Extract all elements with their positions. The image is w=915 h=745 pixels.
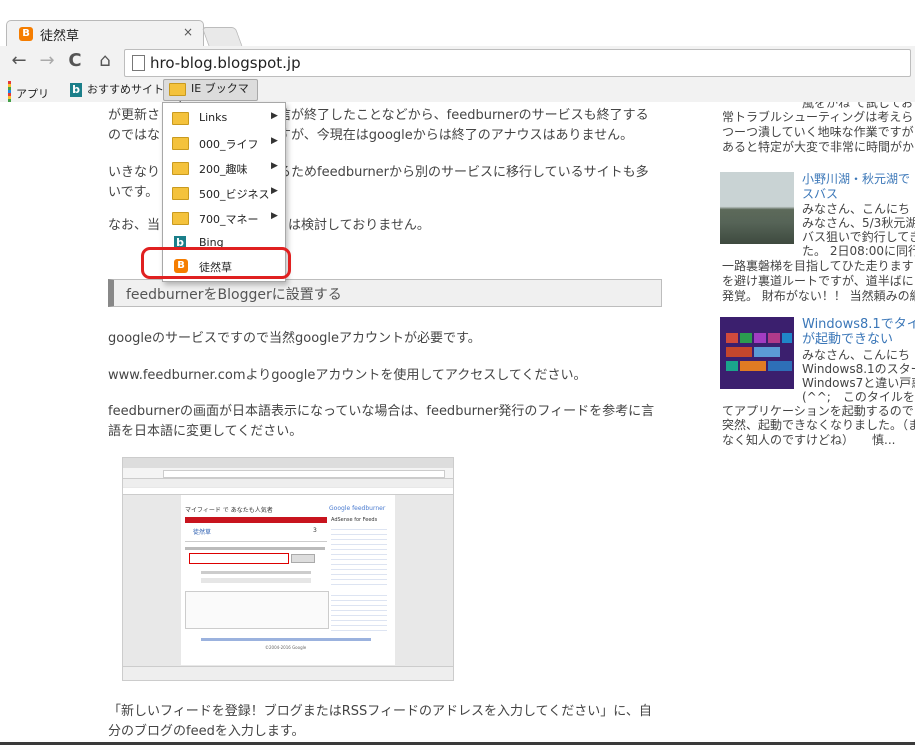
sidebar-top-line3: つーつ潰していく地味な作業ですが xyxy=(722,125,914,139)
menu-item-hobby[interactable]: 200_趣味 ▶ xyxy=(163,156,285,180)
post-thumbnail-windows[interactable] xyxy=(720,317,794,389)
post2-snippet-4: (^^; このタイルを xyxy=(802,390,915,404)
tab-title: 徒然草 xyxy=(40,29,80,44)
p7-line2: 分のブログのfeedを入力します。 xyxy=(108,724,305,739)
mini-heading: マイフィード で あなたも人気者 xyxy=(185,507,273,514)
page-content: が更新さ 信が終了したことなどから、feedburnerのサービスも終了する ので… xyxy=(0,102,915,745)
p3-end: は検討しておりません。 xyxy=(288,218,430,233)
bookmark-ie-folder[interactable]: IE ブックマーク xyxy=(163,79,258,113)
mini-page: マイフィード で あなたも人気者 Google feedburner 徒然草 3… xyxy=(181,495,395,665)
post1-snippet-4: た。 2日08:00に同行 xyxy=(802,244,915,258)
page-icon xyxy=(132,55,145,71)
menu-item-business[interactable]: 500_ビジネス ▶ xyxy=(163,181,285,205)
post1-snippet-5: 一路裏磐梯を目指してひた走ります xyxy=(722,259,914,273)
p1-line2-end: すが、今現在はgoogleからは終了のアナウスはありません。 xyxy=(278,128,634,143)
submenu-arrow-icon: ▶ xyxy=(271,186,278,196)
submenu-arrow-icon: ▶ xyxy=(271,161,278,171)
mini-taskbar xyxy=(123,666,453,680)
folder-icon xyxy=(172,137,189,150)
post1-title-line1[interactable]: 小野川湖・秋元湖で xyxy=(802,172,910,187)
paragraph-7: 「新しいフィードを登録！ブログまたはRSSフィードのアドレスを入力してください」… xyxy=(108,702,664,742)
folder-icon xyxy=(172,212,189,225)
post2-snippet-5: てアプリケーションを起動するので xyxy=(722,404,914,418)
post2-title-line1[interactable]: Windows8.1でタイル xyxy=(802,317,915,332)
forward-arrow-icon[interactable]: → xyxy=(36,50,58,72)
tab-close-icon[interactable]: × xyxy=(183,25,193,39)
folder-icon xyxy=(172,187,189,200)
post2-title-line2[interactable]: が起動できない xyxy=(802,332,893,347)
toolbar: ← → C ⌂ hro-blog.blogspot.jp xyxy=(0,46,915,78)
back-arrow-icon[interactable]: ← xyxy=(8,50,30,72)
bookmark-apps-label: アプリ xyxy=(16,87,49,101)
p1-line1-end: 信が終了したことなどから、feedburnerのサービスも終了する xyxy=(278,108,649,123)
tab-active[interactable]: B 徒然草 × xyxy=(6,20,204,47)
p7-line1: 「新しいフィードを登録！ブログまたはRSSフィードのアドレスを入力してください」… xyxy=(108,704,652,719)
post2-snippet-7: なく知人のですけどね） 慎... xyxy=(722,433,896,447)
folder-icon xyxy=(169,82,186,96)
post1-snippet-3: バス狙いで釣行してき xyxy=(802,230,915,244)
mini-feed-name: 徒然草 xyxy=(193,529,212,536)
p1-line2-start: のではな xyxy=(108,128,161,143)
mini-toolbar xyxy=(123,468,453,479)
paragraph-6: feedburnerの画面が日本語表示になっていな場合は、feedburner発… xyxy=(108,402,664,442)
tab-strip: B 徒然草 × xyxy=(0,0,915,47)
menu-item-label: 000_ライフ xyxy=(199,138,259,151)
address-url[interactable]: hro-blog.blogspot.jp xyxy=(150,54,301,72)
section-heading-text: feedburnerをBloggerに設置する xyxy=(126,287,342,303)
mini-brand: Google feedburner xyxy=(329,505,386,512)
mini-footer: ©2004-2016 Google xyxy=(265,645,307,650)
post1-snippet-6: を避け裏道ルートですが、道半ばに xyxy=(722,274,914,288)
p2-line1-end: るためfeedburnerから別のサービスに移行しているサイトも多 xyxy=(278,165,649,180)
p1-line1-start: が更新さ xyxy=(108,108,161,123)
menu-item-label: 500_ビジネス xyxy=(199,188,270,201)
paragraph-5: www.feedburner.comよりgoogleアカウントを使用してアクセス… xyxy=(108,368,587,383)
post-thumbnail-lake[interactable] xyxy=(720,172,794,244)
post2-snippet-2: Windows8.1のスター xyxy=(802,362,915,376)
mini-count: 3 xyxy=(313,527,317,534)
annotation-highlight-circle xyxy=(141,247,291,279)
post2-snippet-3: Windows7と違い戸惑 xyxy=(802,376,915,390)
sidebar-top-line2: 常トラブルシューティングは考えら xyxy=(722,110,914,124)
menu-item-life[interactable]: 000_ライフ ▶ xyxy=(163,131,285,155)
p6-line2: 語を日本語に変更してください。 xyxy=(108,424,303,439)
mini-tabbar xyxy=(123,458,453,468)
menu-item-label: Links xyxy=(199,111,228,124)
submenu-arrow-icon: ▶ xyxy=(271,211,278,221)
home-icon[interactable]: ⌂ xyxy=(94,50,116,72)
menu-item-links[interactable]: Links ▶ xyxy=(163,106,285,130)
post1-snippet-1: みなさん、こんにち xyxy=(802,202,911,216)
p2-line1-start: いきなり xyxy=(108,165,161,180)
submenu-arrow-icon: ▶ xyxy=(271,136,278,146)
reload-icon[interactable]: C xyxy=(64,50,86,72)
post1-snippet-7: 発覚。 財布がない！！ 当然頼みの綱 xyxy=(722,289,915,303)
folder-icon xyxy=(172,112,189,125)
new-tab-button[interactable] xyxy=(201,27,243,46)
post2-snippet-1: みなさん、こんにち xyxy=(802,348,911,362)
feedburner-screenshot[interactable]: マイフィード で あなたも人気者 Google feedburner 徒然草 3… xyxy=(122,457,454,681)
bookmark-recommended-label: おすすめサイト xyxy=(87,83,164,96)
menu-item-label: 700_マネー xyxy=(199,213,259,226)
sidebar-top-line4: あると特定が大変で非常に時間がか xyxy=(722,140,915,154)
section-heading: feedburnerをBloggerに設置する xyxy=(108,279,662,307)
paragraph-4: googleのサービスですので当然googleアカウントが必要です。 xyxy=(108,331,481,346)
submenu-arrow-icon: ▶ xyxy=(271,111,278,121)
post1-snippet-2: みなさん、5/3秋元湖にスモ xyxy=(802,216,915,230)
post1-title-line2[interactable]: スバス xyxy=(802,187,838,202)
p3-start: なお、当 xyxy=(108,218,161,233)
folder-icon xyxy=(172,162,189,175)
bookmark-apps[interactable]: アプリ xyxy=(8,81,49,108)
bookmarks-bar: アプリ b おすすめサイト IE ブックマーク xyxy=(0,78,915,113)
address-bar[interactable]: hro-blog.blogspot.jp xyxy=(124,49,911,77)
menu-item-label: 200_趣味 xyxy=(199,163,248,176)
blogger-icon: B xyxy=(19,27,33,41)
bing-icon: b xyxy=(70,83,82,97)
bookmark-recommended[interactable]: b おすすめサイト xyxy=(70,81,164,99)
menu-item-money[interactable]: 700_マネー ▶ xyxy=(163,206,285,230)
mini-sidebar-title: AdSense for Feeds xyxy=(331,517,378,523)
post2-snippet-6: 突然、起動できなくなりました。（ま xyxy=(722,418,915,432)
p2-line2: いです。 xyxy=(108,185,159,200)
p6-line1: feedburnerの画面が日本語表示になっていな場合は、feedburner発… xyxy=(108,404,655,419)
